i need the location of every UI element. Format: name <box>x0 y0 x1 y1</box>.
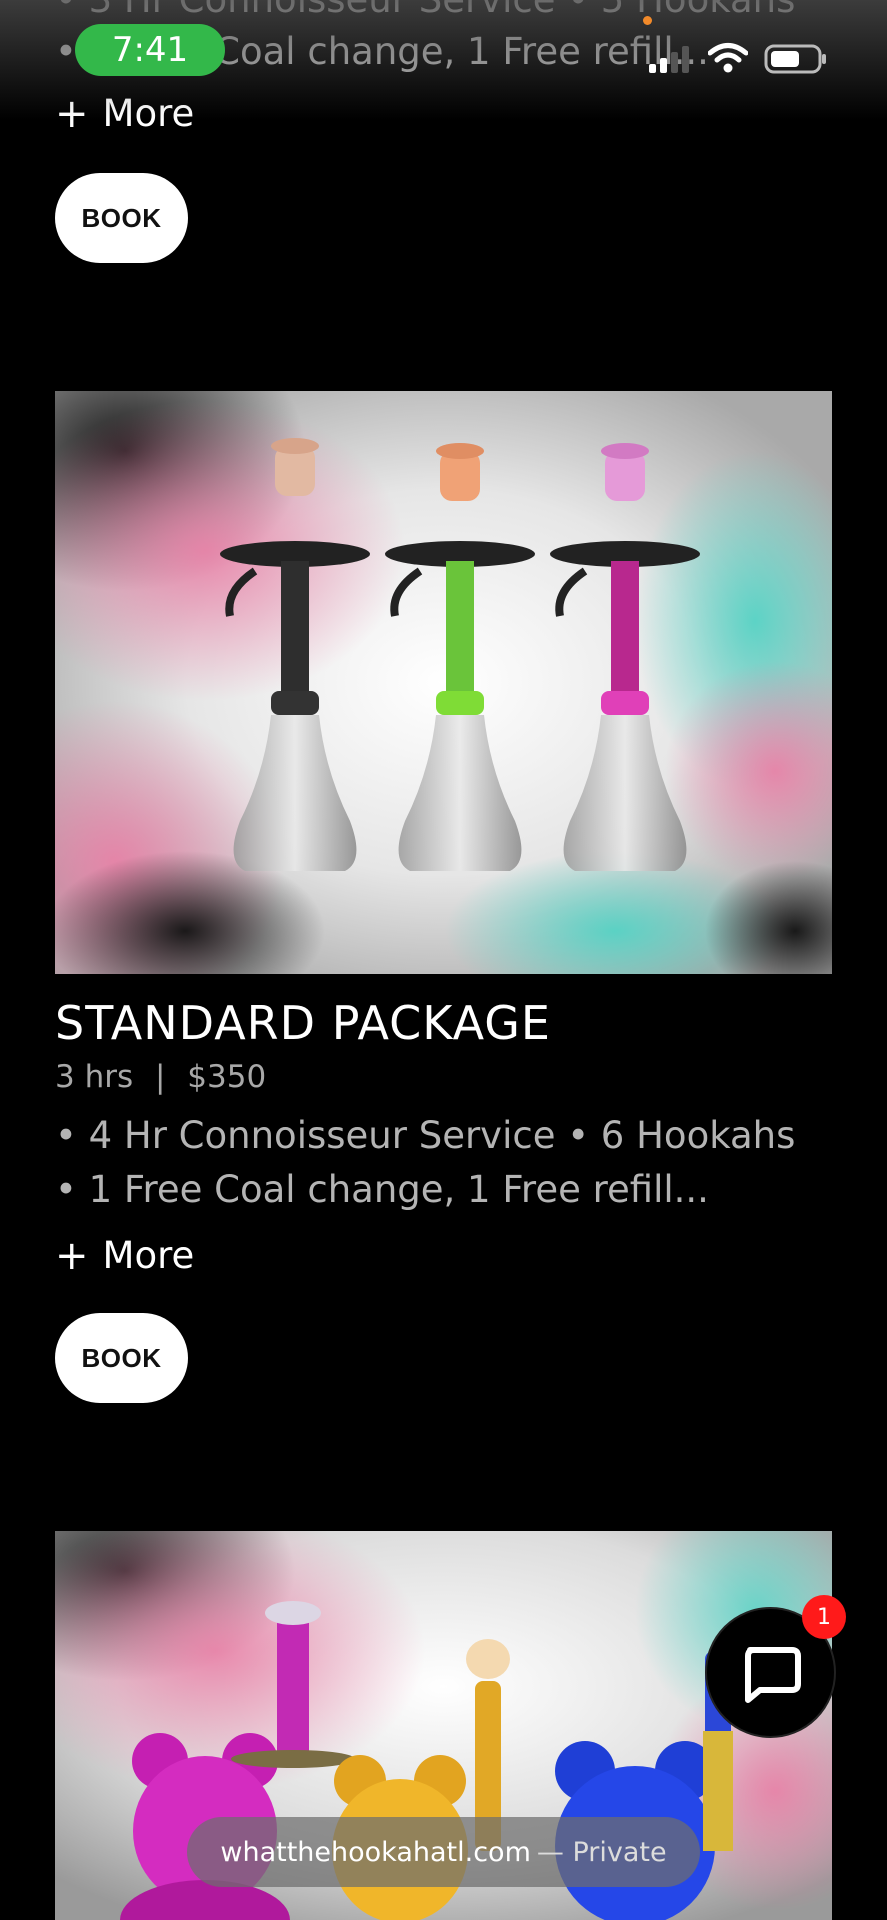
standard-package-title: STANDARD PACKAGE <box>55 996 551 1050</box>
standard-package-image <box>55 391 832 974</box>
more-label: More <box>102 1234 195 1277</box>
status-time: 7:41 <box>75 24 225 76</box>
standard-package-more-toggle[interactable]: + More <box>55 1234 194 1277</box>
plus-icon: + <box>55 1232 89 1279</box>
standard-package-duration: 3 hrs <box>55 1059 134 1095</box>
three-hookahs-image <box>55 391 832 974</box>
cellular-signal-icon <box>649 46 689 73</box>
previous-package-line-1: • 3 Hr Connoisseur Service • 5 Hookahs <box>55 0 795 21</box>
standard-package-line-1: • 4 Hr Connoisseur Service • 6 Hookahs <box>55 1114 796 1157</box>
private-mode-label: — Private <box>536 1836 667 1868</box>
standard-package-line-2: • 1 Free Coal change, 1 Free refill... <box>55 1168 709 1211</box>
plus-icon: + <box>55 90 89 137</box>
chat-notification-badge: 1 <box>802 1595 846 1639</box>
meta-separator: | <box>154 1059 166 1095</box>
url-domain: whatthehookahatl.com <box>220 1836 531 1868</box>
more-label: More <box>102 92 195 135</box>
previous-package-more-toggle[interactable]: + More <box>55 92 194 135</box>
previous-package-book-button[interactable]: BOOK <box>55 173 188 263</box>
battery-icon <box>764 44 826 74</box>
browser-address-bar[interactable]: whatthehookahatl.com — Private <box>187 1817 700 1887</box>
standard-package-book-button[interactable]: BOOK <box>55 1313 188 1403</box>
chat-bubble-icon <box>744 1646 801 1703</box>
privacy-indicator-dot <box>643 16 652 25</box>
standard-package-price: $350 <box>187 1059 267 1095</box>
standard-package-meta: 3 hrs | $350 <box>55 1059 266 1095</box>
wifi-icon <box>708 43 748 73</box>
